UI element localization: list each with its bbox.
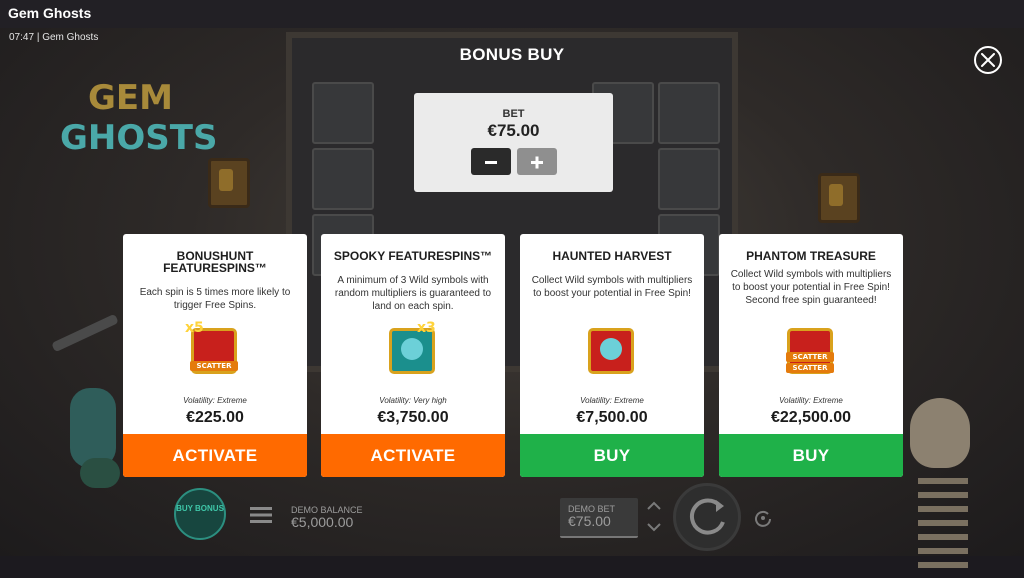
- card-description: A minimum of 3 Wild symbols with random …: [334, 275, 492, 312]
- spin-arrow-icon: [689, 498, 725, 535]
- bet-label: BET: [502, 108, 525, 120]
- hamburger-menu-icon: [250, 507, 272, 523]
- chevron-down-icon: [647, 523, 661, 532]
- skeleton-character: [900, 398, 990, 578]
- card-title: HAUNTED HARVEST: [552, 249, 672, 263]
- feature-card-haunted-harvest: HAUNTED HARVEST Collect Wild symbols wit…: [520, 234, 704, 477]
- activate-button[interactable]: ACTIVATE: [123, 434, 307, 477]
- buy-bonus-label: BUY BONUS: [176, 504, 224, 513]
- status-game-name: Gem Ghosts: [42, 32, 99, 43]
- multiplier-badge: x5: [185, 320, 204, 336]
- lantern-left: [208, 158, 250, 208]
- feature-card-bonushunt: BONUSHUNT FEATURESPINS™ Each spin is 5 t…: [123, 234, 307, 477]
- card-title: PHANTOM TREASURE: [746, 249, 876, 263]
- app-title: Gem Ghosts: [8, 5, 92, 21]
- plus-icon: [531, 156, 543, 169]
- skull-icon: [910, 398, 970, 468]
- card-volatility: Volatility: Extreme: [183, 396, 247, 405]
- card-price: €22,500.00: [770, 409, 852, 426]
- card-volatility: Volatility: Very high: [379, 396, 447, 405]
- feature-card-phantom-treasure: PHANTOM TREASURE Collect Wild symbols wi…: [719, 234, 903, 477]
- window-titlebar: Gem Ghosts: [0, 0, 1024, 28]
- card-title: BONUSHUNT FEATURESPINS™: [163, 249, 267, 275]
- scatter-symbol-icon: x5 SCATTER: [185, 320, 241, 378]
- menu-button[interactable]: [250, 505, 272, 525]
- reel-cell: [658, 148, 720, 210]
- bet-up-button[interactable]: [645, 498, 663, 514]
- demo-bet-value: €75.00: [568, 513, 611, 529]
- card-price: €225.00: [186, 409, 244, 426]
- bonus-buy-title: BONUS BUY: [459, 45, 565, 64]
- ghost-miner-character: [50, 313, 130, 488]
- scatter-label: SCATTER: [786, 363, 834, 373]
- card-price: €7,500.00: [576, 409, 648, 426]
- scatter-label: SCATTER: [786, 352, 834, 362]
- chevron-up-icon: [647, 501, 661, 510]
- scatter-label: SCATTER: [190, 361, 238, 371]
- card-title: SPOOKY FEATURESPINS™: [333, 249, 493, 263]
- status-line: 07:47 | Gem Ghosts: [9, 32, 98, 43]
- card-description: Collect Wild symbols with multipliers to…: [531, 275, 693, 299]
- ghost-miner-symbol-icon: [584, 324, 638, 378]
- demo-bet-display[interactable]: DEMO BET €75.00: [560, 498, 638, 538]
- bet-down-button[interactable]: [645, 519, 663, 535]
- feature-card-spooky: SPOOKY FEATURESPINS™ A minimum of 3 Wild…: [321, 234, 505, 477]
- activate-button[interactable]: ACTIVATE: [321, 434, 505, 477]
- minus-icon: [485, 161, 497, 164]
- reel-cell: [658, 82, 720, 144]
- decrease-bet-button[interactable]: [471, 148, 511, 175]
- logo-word-1: GEM: [88, 78, 173, 118]
- autoplay-icon: [755, 510, 771, 527]
- reel-cell: [312, 82, 374, 144]
- clock: 07:47: [9, 32, 35, 43]
- lantern-right: [818, 173, 860, 223]
- close-icon: [981, 53, 995, 67]
- card-volatility: Volatility: Extreme: [580, 396, 644, 405]
- game-logo: GEM GHOSTS: [60, 78, 217, 178]
- pickaxe-icon: [51, 313, 119, 353]
- autoplay-button[interactable]: [753, 508, 773, 528]
- card-description: Collect Wild symbols with multipliers to…: [730, 269, 892, 306]
- reel-cell: [312, 148, 374, 210]
- multiplier-badge: x3: [417, 320, 436, 336]
- buy-button[interactable]: BUY: [520, 434, 704, 477]
- bet-panel: BET €75.00: [414, 93, 613, 192]
- card-volatility: Volatility: Extreme: [779, 396, 843, 405]
- card-description: Each spin is 5 times more likely to trig…: [139, 287, 291, 311]
- buy-button[interactable]: BUY: [719, 434, 903, 477]
- buy-bonus-button[interactable]: BUY BONUS: [174, 488, 226, 540]
- card-price: €3,750.00: [377, 409, 449, 426]
- increase-bet-button[interactable]: [517, 148, 557, 175]
- balance-value: €5,000.00: [291, 514, 354, 530]
- logo-word-2: GHOSTS: [60, 118, 218, 158]
- close-button[interactable]: [974, 46, 1002, 74]
- bet-value: €75.00: [487, 121, 540, 140]
- double-scatter-symbol-icon: SCATTER SCATTER: [783, 324, 837, 378]
- spin-button[interactable]: [673, 483, 741, 551]
- ghost-wild-symbol-icon: x3: [385, 320, 439, 378]
